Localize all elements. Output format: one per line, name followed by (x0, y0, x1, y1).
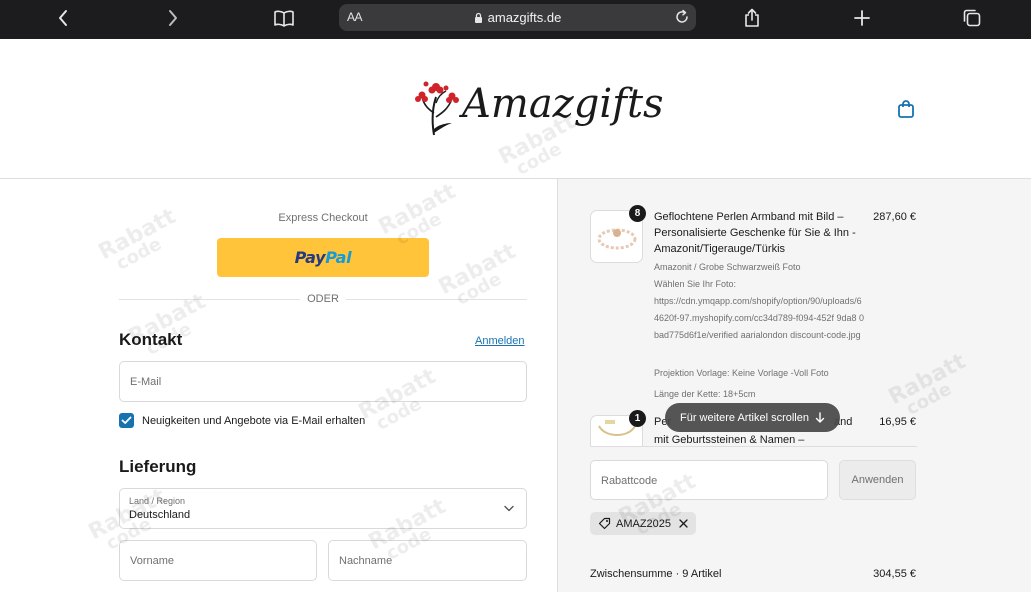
tabs-icon (963, 9, 981, 27)
express-checkout-label: Express Checkout (278, 212, 368, 224)
last-name-placeholder: Nachname (339, 555, 393, 567)
forward-button[interactable] (159, 6, 187, 30)
chevron-down-icon (504, 505, 514, 512)
tabs-button[interactable] (958, 6, 986, 30)
back-icon (59, 10, 67, 26)
applied-discount-tag: AMAZ2025 (590, 512, 697, 535)
product-photo-url: https://cdn.ymqapp.com/shopify/option/90… (654, 296, 864, 340)
product-price: 287,60 € (873, 211, 916, 223)
login-link[interactable]: Anmelden (475, 335, 525, 347)
product-chain-length: Länge der Kette: 18+5cm (654, 389, 756, 399)
address-bar[interactable]: AA amazgifts.de (339, 4, 696, 31)
site-logo[interactable]: Amazgifts (412, 73, 664, 139)
reload-icon[interactable] (674, 9, 690, 25)
applied-discount-code: AMAZ2025 (616, 517, 672, 530)
country-value: Deutschland (129, 509, 191, 521)
discount-code-field[interactable]: Rabattcode (590, 460, 828, 500)
order-summary: 8 Geflochtene Perlen Armband mit Bild – … (557, 179, 1031, 592)
lock-icon (474, 12, 482, 23)
new-tab-icon (854, 10, 870, 26)
apply-discount-button[interactable]: Anwenden (839, 460, 916, 500)
country-select[interactable]: Land / Region Deutschland (119, 488, 527, 529)
divider-label: ODER (300, 293, 346, 305)
quantity-badge: 1 (629, 410, 646, 427)
bookmarks-button[interactable] (270, 6, 298, 30)
delivery-title: Lieferung (119, 457, 197, 476)
last-name-field[interactable]: Nachname (328, 540, 527, 581)
flower-logo-icon (415, 81, 459, 136)
newsletter-checkbox[interactable] (119, 413, 134, 428)
back-button[interactable] (49, 6, 77, 30)
site-header: Amazgifts (0, 39, 1031, 179)
first-name-field[interactable]: Vorname (119, 540, 317, 581)
scroll-hint-button[interactable]: Für weitere Artikel scrollen (665, 403, 840, 432)
subtotal-label: Zwischensumme · 9 Artikel (590, 568, 722, 580)
close-icon[interactable] (679, 519, 688, 528)
bookmarks-icon (274, 10, 294, 27)
country-label: Land / Region (129, 496, 186, 506)
newsletter-label: Neuigkeiten und Angebote via E-Mail erha… (142, 415, 366, 427)
product-title: Geflochtene Perlen Armband mit Bild – Pe… (654, 211, 856, 255)
check-icon (121, 416, 132, 424)
paypal-label-pal: Pal (325, 248, 352, 267)
scroll-hint-label: Für weitere Artikel scrollen (680, 411, 809, 424)
discount-code-placeholder: Rabattcode (601, 475, 658, 487)
forward-icon (169, 10, 177, 26)
product-projection: Projektion Vorlage: Keine Vorlage -Voll … (654, 368, 829, 378)
quantity-badge: 8 (629, 205, 646, 222)
tag-icon (598, 517, 611, 530)
product-title-end: and (834, 416, 853, 428)
browser-toolbar: AA amazgifts.de (0, 0, 1031, 39)
shopping-bag-icon (898, 100, 914, 118)
new-tab-button[interactable] (848, 6, 876, 30)
email-field[interactable]: E-Mail (119, 361, 527, 402)
cart-button[interactable] (897, 99, 915, 124)
share-icon (745, 8, 759, 27)
contact-title: Kontakt (119, 330, 183, 349)
share-button[interactable] (738, 6, 766, 30)
logo-text: Amazgifts (462, 81, 664, 127)
url-text: amazgifts.de (487, 10, 562, 25)
summary-divider (590, 446, 917, 447)
first-name-placeholder: Vorname (130, 555, 175, 567)
subtotal-value: 304,55 € (873, 568, 916, 580)
product-photo-label: Wählen Sie Ihr Foto: (654, 279, 737, 289)
product-price: 16,95 € (879, 416, 916, 428)
paypal-button[interactable]: Pay Pal (217, 238, 429, 277)
paypal-label-pay: Pay (294, 248, 326, 267)
email-placeholder: E-Mail (130, 376, 162, 388)
product-variant: Amazonit / Grobe Schwarzweiß Foto (654, 262, 801, 272)
checkout-form: Express Checkout Pay Pal ODER Kontakt Anm… (0, 179, 557, 592)
arrow-down-icon (815, 411, 825, 423)
